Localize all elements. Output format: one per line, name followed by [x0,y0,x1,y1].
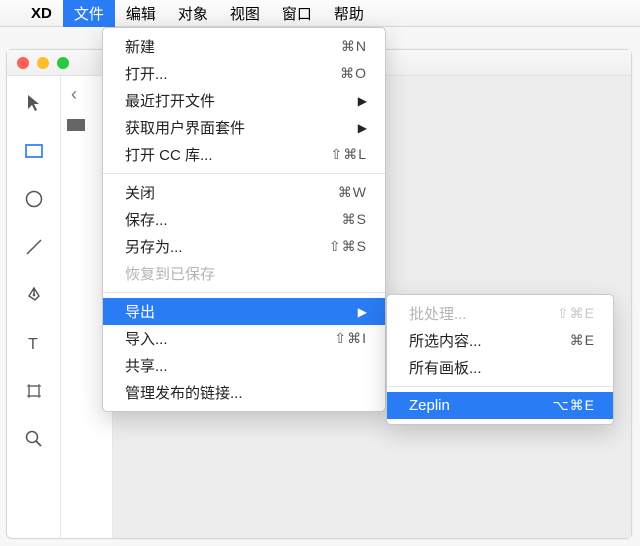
line-tool[interactable] [21,234,47,260]
menu-item-export[interactable]: 导出▶ [103,298,385,325]
menu-object[interactable]: 对象 [167,0,219,27]
menu-edit[interactable]: 编辑 [115,0,167,27]
select-tool[interactable] [21,90,47,116]
menu-item-saveas[interactable]: 另存为...⇧⌘S [103,233,385,260]
artboard-tool[interactable] [21,378,47,404]
menu-item-zeplin[interactable]: Zeplin⌥⌘E [387,392,613,419]
chevron-right-icon: ▶ [358,121,367,135]
menu-separator [387,386,613,387]
menu-window[interactable]: 窗口 [271,0,323,27]
app-name[interactable]: XD [20,0,63,27]
menu-file[interactable]: 文件 [63,0,115,27]
ellipse-tool[interactable] [21,186,47,212]
export-submenu: 批处理...⇧⌘E 所选内容...⌘E 所有画板... Zeplin⌥⌘E [386,294,614,425]
zoom-tool[interactable] [21,426,47,452]
maximize-icon[interactable] [57,57,69,69]
toolbar: T [7,76,61,538]
menu-item-batch: 批处理...⇧⌘E [387,300,613,327]
menu-item-cclib[interactable]: 打开 CC 库...⇧⌘L [103,141,385,168]
svg-text:T: T [28,336,38,352]
menu-item-new[interactable]: 新建⌘N [103,33,385,60]
artboard-thumb[interactable] [67,119,85,131]
menu-item-managelinks[interactable]: 管理发布的链接... [103,379,385,406]
menu-item-share[interactable]: 共享... [103,352,385,379]
menu-item-selected[interactable]: 所选内容...⌘E [387,327,613,354]
menu-help[interactable]: 帮助 [323,0,375,27]
close-icon[interactable] [17,57,29,69]
menu-separator [103,292,385,293]
menu-item-import[interactable]: 导入...⇧⌘I [103,325,385,352]
text-tool[interactable]: T [21,330,47,356]
minimize-icon[interactable] [37,57,49,69]
apple-menu[interactable] [10,0,20,27]
menu-item-open[interactable]: 打开...⌘O [103,60,385,87]
menu-item-uikits[interactable]: 获取用户界面套件▶ [103,114,385,141]
menu-view[interactable]: 视图 [219,0,271,27]
menu-item-save[interactable]: 保存...⌘S [103,206,385,233]
menu-item-recent[interactable]: 最近打开文件▶ [103,87,385,114]
chevron-right-icon: ▶ [358,305,367,319]
menu-item-revert: 恢复到已保存 [103,260,385,287]
menubar: XD 文件 编辑 对象 视图 窗口 帮助 [0,0,640,27]
menu-item-allartboards[interactable]: 所有画板... [387,354,613,381]
menu-item-close[interactable]: 关闭⌘W [103,179,385,206]
rectangle-tool[interactable] [21,138,47,164]
pen-tool[interactable] [21,282,47,308]
chevron-right-icon: ▶ [358,94,367,108]
traffic-lights [17,57,69,69]
file-menu-dropdown: 新建⌘N 打开...⌘O 最近打开文件▶ 获取用户界面套件▶ 打开 CC 库..… [102,27,386,412]
menu-separator [103,173,385,174]
